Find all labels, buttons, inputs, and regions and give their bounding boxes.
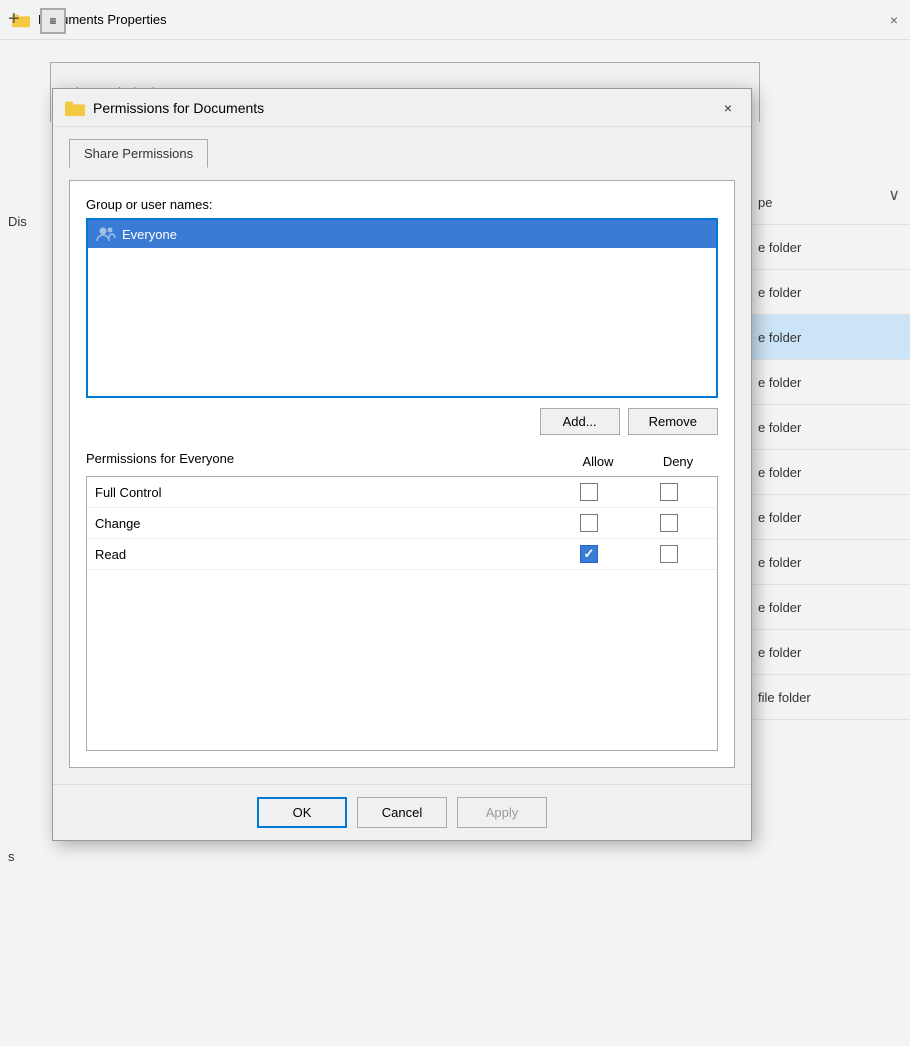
bg-close-button[interactable]: ×: [890, 12, 898, 28]
add-button[interactable]: Add...: [540, 408, 620, 435]
apply-button[interactable]: Apply: [457, 797, 547, 828]
perm-row-read: Read: [87, 539, 717, 570]
change-deny-cell: [629, 514, 709, 532]
change-allow-cell: [549, 514, 629, 532]
add-icon[interactable]: +: [8, 8, 20, 31]
perm-full-control-label: Full Control: [95, 485, 549, 500]
perm-row-full-control: Full Control: [87, 477, 717, 508]
perm-change-label: Change: [95, 516, 549, 531]
deny-column-header: Deny: [638, 454, 718, 469]
list-item[interactable]: e folder: [750, 405, 910, 450]
list-item[interactable]: e folder: [750, 315, 910, 360]
list-item[interactable]: e folder: [750, 270, 910, 315]
tabs-container: Share Permissions: [69, 139, 735, 168]
people-icon: [96, 224, 116, 244]
full-control-deny-cell: [629, 483, 709, 501]
full-control-allow-checkbox[interactable]: [580, 483, 598, 501]
permissions-header-row: Permissions for Everyone Allow Deny: [86, 451, 718, 472]
add-remove-buttons: Add... Remove: [86, 408, 718, 435]
permissions-dialog: Permissions for Documents × Share Permis…: [52, 88, 752, 841]
list-item[interactable]: file folder: [750, 675, 910, 720]
bg-titlebar: Documents Properties ×: [0, 0, 910, 40]
read-deny-checkbox[interactable]: [660, 545, 678, 563]
ok-button[interactable]: OK: [257, 797, 347, 828]
user-everyone-label: Everyone: [122, 227, 177, 242]
read-allow-checkbox[interactable]: [580, 545, 598, 563]
perm-row-change: Change: [87, 508, 717, 539]
group-users-label: Group or user names:: [86, 197, 718, 212]
list-item[interactable]: e folder: [750, 540, 910, 585]
full-control-deny-checkbox[interactable]: [660, 483, 678, 501]
dialog-bottom-buttons: OK Cancel Apply: [53, 784, 751, 840]
dialog-title: Permissions for Documents: [93, 100, 264, 116]
change-allow-checkbox[interactable]: [580, 514, 598, 532]
main-area: Group or user names: Everyone Add...: [69, 180, 735, 768]
full-control-allow-cell: [549, 483, 629, 501]
permissions-table: Full Control Change: [86, 476, 718, 751]
allow-column-header: Allow: [558, 454, 638, 469]
dialog-folder-icon: [65, 98, 85, 118]
right-list: pe e folder e folder e folder e folder e…: [750, 180, 910, 720]
cancel-button[interactable]: Cancel: [357, 797, 447, 828]
permissions-empty-space: [87, 570, 717, 750]
perm-read-label: Read: [95, 547, 549, 562]
dialog-close-button[interactable]: ×: [715, 95, 741, 121]
dialog-titlebar: Permissions for Documents ×: [53, 89, 751, 127]
change-deny-checkbox[interactable]: [660, 514, 678, 532]
list-item[interactable]: e folder: [750, 585, 910, 630]
list-item[interactable]: e folder: [750, 630, 910, 675]
remove-button[interactable]: Remove: [628, 408, 718, 435]
sidebar-toggle-button[interactable]: ≡: [40, 8, 66, 34]
read-allow-cell: [549, 545, 629, 563]
list-item[interactable]: e folder: [750, 360, 910, 405]
list-item[interactable]: pe: [750, 180, 910, 225]
left-item-s: s: [0, 845, 23, 868]
dialog-content: Share Permissions Group or user names: E…: [53, 127, 751, 784]
list-item[interactable]: e folder: [750, 225, 910, 270]
tab-share-permissions[interactable]: Share Permissions: [69, 139, 208, 168]
list-item[interactable]: e folder: [750, 450, 910, 495]
permissions-for-label: Permissions for Everyone: [86, 451, 558, 466]
user-row-everyone[interactable]: Everyone: [88, 220, 716, 248]
left-item-dis: Dis: [0, 210, 35, 233]
users-listbox[interactable]: Everyone: [86, 218, 718, 398]
list-item[interactable]: e folder: [750, 495, 910, 540]
dropdown-arrow-icon[interactable]: ∨: [888, 185, 900, 205]
read-deny-cell: [629, 545, 709, 563]
